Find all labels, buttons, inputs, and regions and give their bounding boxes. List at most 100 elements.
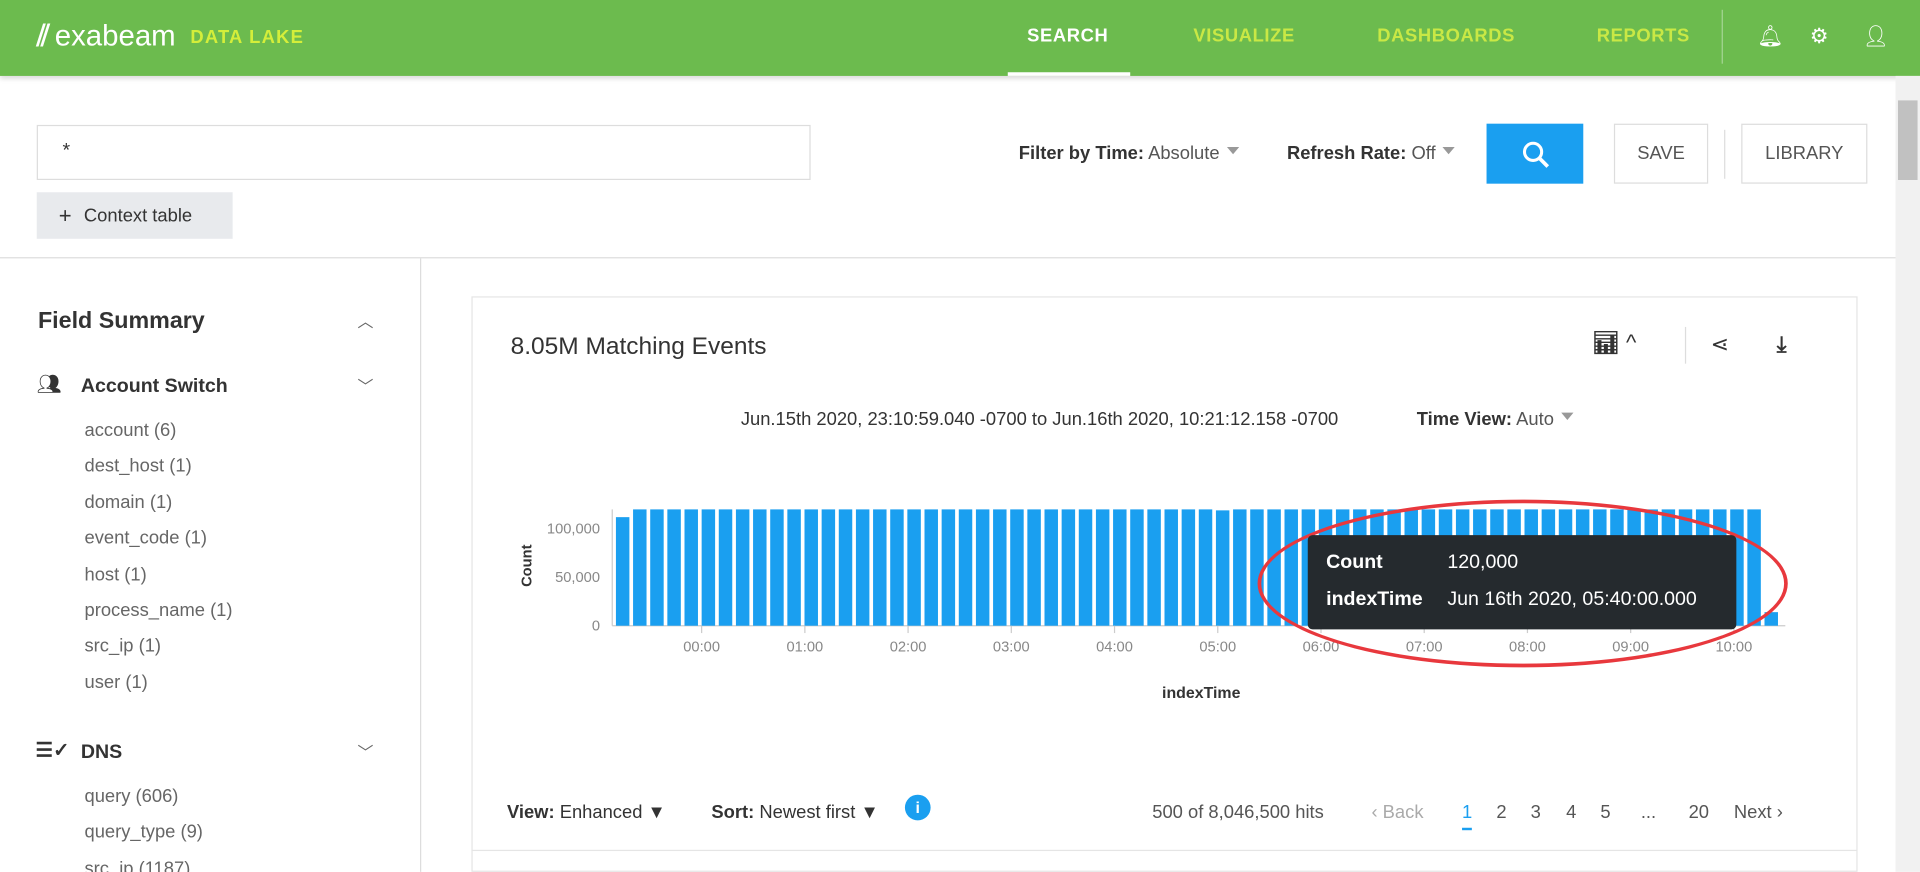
nav-visualize[interactable]: VISUALIZE [1193,26,1294,47]
bar [838,509,853,626]
page-link[interactable]: 2 [1496,802,1506,823]
user-icon[interactable]: 👤︎ [1862,24,1888,48]
bar [735,509,750,626]
caret-down-icon: ▼ [647,802,666,823]
field-item[interactable]: process_name (1) [84,600,232,621]
field-item[interactable]: query (606) [84,786,178,807]
bar [787,509,801,626]
bar [667,509,681,626]
field-item[interactable]: query_type (9) [84,822,202,843]
context-table-button[interactable]: + Context table [36,192,233,239]
divider [1724,129,1726,179]
view-dropdown[interactable]: View: Enhanced ▼ [507,802,666,823]
x-tick-label: 05:00 [1199,639,1236,655]
refresh-rate-dropdown[interactable]: Refresh Rate: Off [1287,143,1456,164]
library-button[interactable]: LIBRARY [1741,123,1868,184]
pagination-ellipsis: ... [1640,802,1657,823]
time-view-dropdown[interactable]: Time View: Auto [1417,409,1574,430]
bar [1147,509,1161,626]
field-item[interactable]: domain (1) [84,492,172,513]
field-item[interactable]: host (1) [84,564,146,585]
x-tick-label: 04:00 [1096,639,1133,655]
page-link[interactable]: 4 [1566,802,1576,823]
field-item[interactable]: user (1) [84,672,147,693]
bar [975,509,990,626]
field-item[interactable]: event_code (1) [84,528,207,549]
bar [855,509,870,626]
bar [1095,509,1110,626]
scrollbar[interactable] [1895,75,1920,872]
chevron-down-icon[interactable]: ﹀ [358,373,374,396]
page-link[interactable]: 5 [1600,802,1610,823]
logo-icon: ⫽ [36,19,50,53]
y-tick-label: 50,000 [555,570,600,586]
caret-down-icon [1226,146,1240,160]
next-button[interactable]: Next › [1734,802,1783,823]
chevron-up-icon: ^ [1625,330,1637,356]
bar [1215,510,1230,626]
top-nav: ⫽ exabeam DATA LAKE SEARCH VISUALIZE DASHB… [0,0,1920,76]
page-link[interactable]: 20 [1689,802,1709,823]
bar [958,509,973,626]
bar [1010,509,1024,626]
sort-dropdown[interactable]: Sort: Newest first ▼ [711,802,878,823]
bar [1061,509,1076,626]
bar-chart-icon: 📊︎ [1591,330,1620,356]
search-button[interactable] [1486,123,1584,184]
users-icon: 👥︎ [36,374,62,396]
matching-events-title: 8.05M Matching Events [510,333,767,361]
group-account-switch[interactable]: Account Switch [81,376,228,398]
divider [1721,9,1723,64]
bar [907,509,921,626]
chevron-up-icon[interactable]: ︿ [358,309,374,332]
bar [1198,509,1213,626]
bar [1233,509,1247,626]
bar [821,509,836,626]
filter-by-time-dropdown[interactable]: Filter by Time: Absolute [1019,143,1240,164]
page-link[interactable]: 1 [1462,802,1473,831]
field-item[interactable]: src_ip (1) [84,636,161,657]
bar [701,509,716,626]
bar [684,509,698,626]
y-tick-label: 100,000 [547,522,600,538]
nav-reports[interactable]: REPORTS [1597,26,1690,47]
x-tick-label: 01:00 [786,639,823,655]
caret-down-icon [1561,412,1574,426]
caret-down-icon [1442,146,1456,160]
download-icon[interactable]: ⤓ [1777,332,1787,358]
field-item[interactable]: account (6) [84,420,176,441]
x-tick-label: 10:00 [1716,639,1753,655]
bar-chart-toggle[interactable]: 📊︎ ^ [1592,331,1636,357]
y-axis-label: Count [519,544,535,587]
group-dns[interactable]: DNS [81,742,122,764]
nav-search[interactable]: SEARCH [1027,26,1108,47]
logo[interactable]: ⫽ exabeam DATA LAKE [37,20,304,54]
chart-tooltip: Count 120,000 indexTime Jun 16th 2020, 0… [1307,535,1737,630]
bar [873,509,887,626]
bar [1113,509,1127,626]
hits-count: 500 of 8,046,500 hits [1152,802,1324,823]
bell-icon[interactable]: 🔔︎ [1757,24,1783,48]
x-tick-label: 00:00 [683,639,720,655]
chevron-down-icon[interactable]: ﹀ [358,740,374,763]
bar [1044,509,1058,626]
x-tick-label: 02:00 [890,639,927,655]
nav-dashboards[interactable]: DASHBOARDS [1377,26,1515,47]
page-link[interactable]: 3 [1531,802,1541,823]
field-summary-title: Field Summary [37,308,205,335]
bar [941,509,956,626]
save-button[interactable]: SAVE [1613,123,1709,184]
search-input[interactable]: * [36,124,811,181]
list-check-icon: ☰✓ [35,740,70,762]
bar [718,509,733,626]
info-icon[interactable]: i [904,794,931,821]
back-button[interactable]: ‹ Back [1371,802,1423,823]
share-icon[interactable]: ⋖ [1711,332,1729,358]
field-item[interactable]: src_ip (1187) [84,858,190,872]
bar [650,509,664,626]
gear-icon[interactable]: ⚙ [1810,24,1829,48]
scrollbar-thumb[interactable] [1897,100,1918,181]
bar [1027,509,1041,626]
x-tick-label: 03:00 [993,639,1030,655]
field-item[interactable]: dest_host (1) [84,456,191,477]
